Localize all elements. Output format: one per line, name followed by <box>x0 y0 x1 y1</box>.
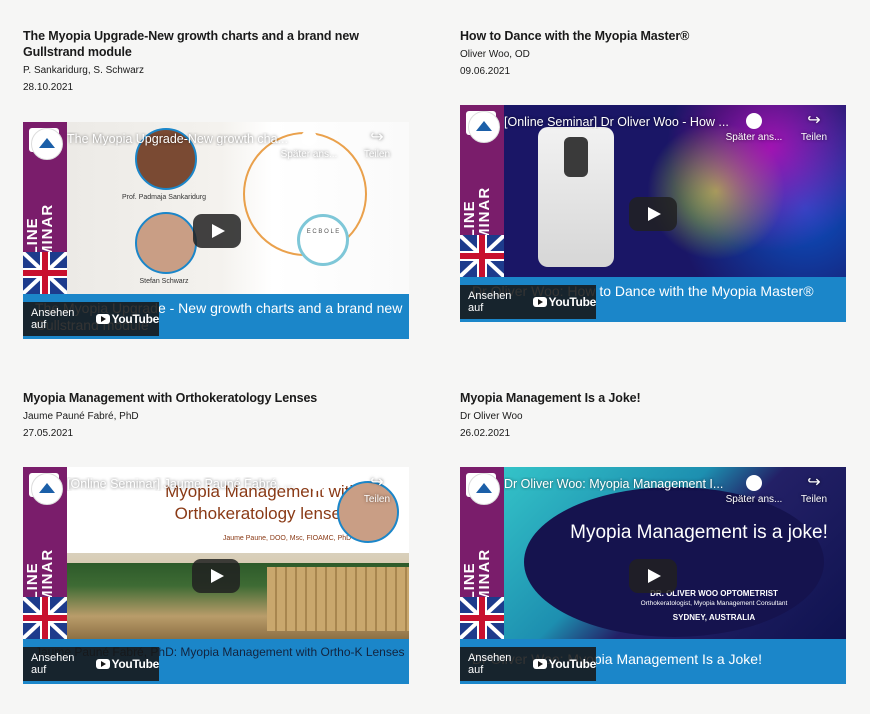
share-label: Teilen <box>800 494 828 505</box>
youtube-logo-icon <box>533 297 547 307</box>
play-button[interactable] <box>192 559 240 593</box>
youtube-video-title[interactable]: [Online Seminar] Dr Oliver Woo - How ... <box>504 115 744 129</box>
video-embed[interactable]: Prof. Padmaja Sankaridurg Stefan Schwarz… <box>23 122 409 339</box>
share-icon: ↪ <box>807 474 821 491</box>
watch-on-label: Ansehen auf <box>468 290 512 314</box>
share-icon: ↪ <box>370 129 384 146</box>
myopia-master-device-image <box>538 127 614 267</box>
card-title[interactable]: The Myopia Upgrade-New growth charts and… <box>23 28 409 60</box>
share-icon: ↪ <box>370 474 384 491</box>
play-button[interactable] <box>629 559 677 593</box>
video-card: Myopia Management Is a Joke! Dr Oliver W… <box>460 390 846 684</box>
share-label: Teilen <box>800 132 828 143</box>
share-button[interactable]: ↪ Teilen <box>784 474 844 506</box>
video-embed[interactable]: Myopia Management is a joke! DR. OLIVER … <box>460 467 846 684</box>
uk-flag-icon <box>460 597 504 639</box>
video-card: The Myopia Upgrade-New growth charts and… <box>23 28 409 339</box>
card-date: 09.06.2021 <box>460 66 511 77</box>
youtube-video-title[interactable]: [Online Seminar] Jaume Pauné Fabré, ... <box>67 477 307 491</box>
card-authors: Jaume Pauné Fabré, PhD <box>23 411 139 422</box>
share-icon: ↪ <box>807 112 821 129</box>
channel-avatar-icon[interactable] <box>31 128 63 160</box>
clock-icon <box>746 113 762 129</box>
thumbnail-caption: Stefan Schwarz <box>139 278 189 285</box>
channel-avatar-icon[interactable] <box>468 111 500 143</box>
card-date: 26.02.2021 <box>460 428 511 439</box>
video-embed[interactable]: ONLINE SEMINAR Dr Oliver Woo: How to Dan… <box>460 105 846 322</box>
watch-on-label: Ansehen auf <box>468 652 512 676</box>
uk-flag-icon <box>23 597 67 639</box>
youtube-logo-icon <box>533 659 547 669</box>
play-button[interactable] <box>629 197 677 231</box>
share-label: Teilen <box>363 494 391 505</box>
video-card: How to Dance with the Myopia Master® Oli… <box>460 28 846 322</box>
watch-later-label: Später ans... <box>725 132 783 143</box>
card-title[interactable]: Myopia Management with Orthokeratology L… <box>23 390 409 406</box>
watch-later-label: Später ans... <box>280 149 338 160</box>
thumbnail-title: Myopia Management is a joke! <box>570 522 828 543</box>
youtube-brand: YouTube <box>111 312 160 326</box>
card-date: 28.10.2021 <box>23 82 74 93</box>
card-title[interactable]: How to Dance with the Myopia Master® <box>460 28 846 44</box>
uk-flag-icon <box>23 252 67 294</box>
youtube-video-title[interactable]: The Myopia Upgrade-New growth cha... <box>67 132 307 146</box>
channel-avatar-icon[interactable] <box>468 473 500 505</box>
watch-later-button[interactable]: Später ans... <box>724 475 784 505</box>
youtube-logo-icon <box>96 659 110 669</box>
watch-on-youtube-button[interactable]: Ansehen auf YouTube <box>23 302 159 336</box>
watch-on-label: Ansehen auf <box>31 307 75 331</box>
video-embed[interactable]: Myopia Management with Orthokeratology l… <box>23 467 409 684</box>
play-button[interactable] <box>193 214 241 248</box>
portrait-image <box>135 212 197 274</box>
youtube-video-title[interactable]: Dr Oliver Woo: Myopia Management I... <box>504 477 744 491</box>
building-image <box>267 567 409 631</box>
share-button[interactable]: ↪ Teilen <box>347 129 407 161</box>
share-button[interactable]: ↪ Teilen <box>784 112 844 144</box>
thumbnail-speaker-role: Orthokeratologist, Myopia Management Con… <box>640 600 788 607</box>
share-label: Teilen <box>363 149 391 160</box>
watch-on-youtube-button[interactable]: Ansehen auf YouTube <box>460 285 596 319</box>
share-button[interactable]: ↪ Teilen <box>347 474 407 506</box>
eye-chart-icon: E C B O L E <box>297 214 349 266</box>
youtube-brand: YouTube <box>548 657 597 671</box>
thumbnail-location: SYDNEY, AUSTRALIA <box>672 613 756 622</box>
uk-flag-icon <box>460 235 504 277</box>
clock-icon <box>301 130 317 146</box>
card-date: 27.05.2021 <box>23 428 74 439</box>
watch-later-button[interactable]: Später ans... <box>724 113 784 143</box>
youtube-logo-icon <box>96 314 110 324</box>
card-authors: P. Sankaridurg, S. Schwarz <box>23 65 144 76</box>
thumbnail-speaker-name: DR. OLIVER WOO OPTOMETRIST <box>650 589 778 598</box>
watch-on-youtube-button[interactable]: Ansehen auf YouTube <box>460 647 596 681</box>
video-card: Myopia Management with Orthokeratology L… <box>23 390 409 684</box>
thumbnail-caption: Prof. Padmaja Sankaridurg <box>121 194 207 201</box>
card-authors: Oliver Woo, OD <box>460 49 530 60</box>
clock-icon <box>746 475 762 491</box>
watch-on-youtube-button[interactable]: Ansehen auf YouTube <box>23 647 159 681</box>
channel-avatar-icon[interactable] <box>31 473 63 505</box>
clock-icon <box>309 475 325 491</box>
youtube-brand: YouTube <box>548 295 597 309</box>
watch-on-label: Ansehen auf <box>31 652 75 676</box>
youtube-brand: YouTube <box>111 657 160 671</box>
card-authors: Dr Oliver Woo <box>460 411 523 422</box>
watch-later-label: Später ans... <box>725 494 783 505</box>
watch-later-button[interactable] <box>287 475 347 494</box>
watch-later-button[interactable]: Später ans... <box>279 130 339 160</box>
card-title[interactable]: Myopia Management Is a Joke! <box>460 390 846 406</box>
